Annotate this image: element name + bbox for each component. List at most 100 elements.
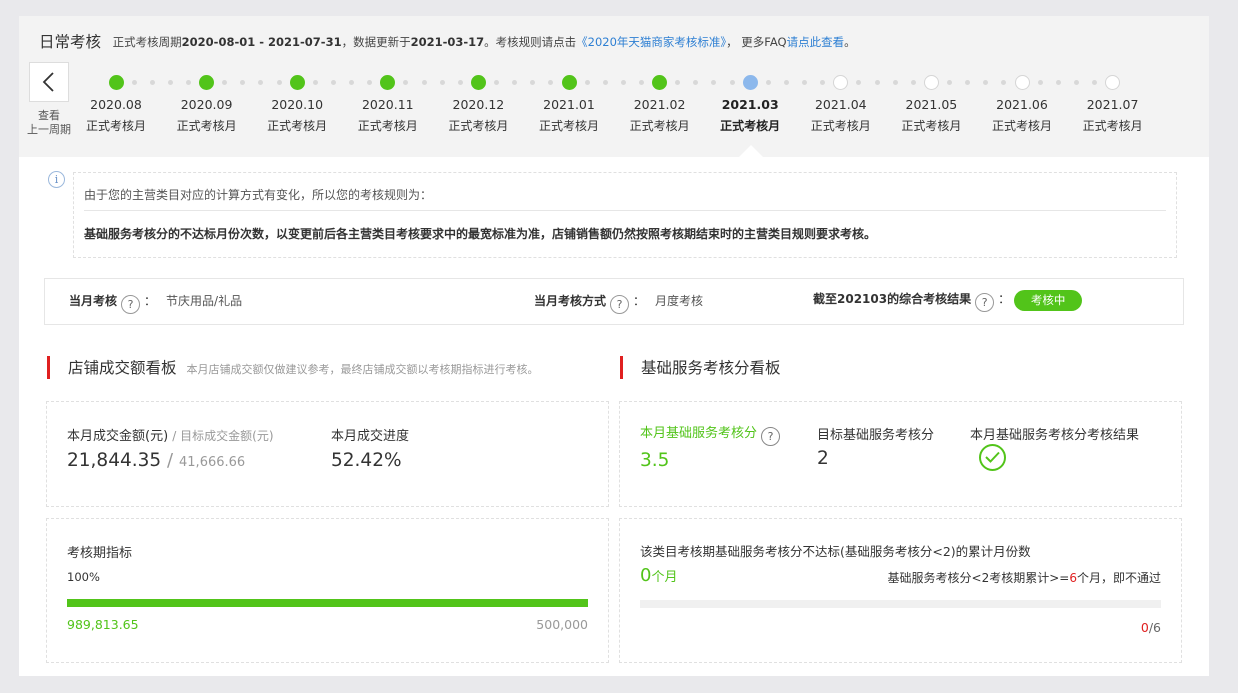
timeline-month-label[interactable]: 2021.06 bbox=[977, 97, 1067, 112]
rule-prefix: 。考核规则请点击 bbox=[484, 35, 577, 49]
prev-label-line2: 上一周期 bbox=[27, 123, 71, 136]
timeline-dot-2021.05 bbox=[923, 75, 939, 90]
current-month-caret bbox=[739, 145, 763, 157]
timeline-connector-dot bbox=[167, 80, 173, 85]
update-date: 2021-03-17 bbox=[410, 35, 485, 49]
timeline-month-label[interactable]: 2021.05 bbox=[886, 97, 976, 112]
timeline-connector-dot bbox=[910, 80, 916, 85]
timeline-connector-dot bbox=[783, 80, 789, 85]
period-progress-bar bbox=[67, 599, 588, 607]
section-marker bbox=[47, 356, 50, 379]
period-prefix: 正式考核周期 bbox=[112, 35, 182, 49]
sales-title: 店铺成交额看板 bbox=[68, 359, 177, 377]
prev-label-line1: 查看 bbox=[38, 109, 60, 122]
timeline-type-label: 正式考核月 bbox=[267, 119, 328, 133]
service-score-label: 本月基础服务考核分? bbox=[640, 422, 784, 446]
timeline-type-label: 正式考核月 bbox=[176, 119, 237, 133]
summary-method: 当月考核方式?： 月度考核 bbox=[534, 292, 703, 314]
rule-link[interactable]: 《2020年天猫商家考核标准》 bbox=[576, 35, 726, 49]
fail-label: 该类目考核期基础服务考核分不达标(基础服务考核分<2)的累计月份数 bbox=[640, 544, 1031, 559]
timeline-type-label: 正式考核月 bbox=[629, 119, 690, 133]
sales-progress-label: 本月成交进度 bbox=[331, 429, 410, 444]
timeline-month-label[interactable]: 2021.02 bbox=[615, 97, 705, 112]
timeline-dot-2021.02[interactable] bbox=[652, 75, 668, 90]
timeline-type-label: 正式考核月 bbox=[810, 119, 871, 133]
sales-amount-label: 本月成交金额(元) / 目标成交金额(元) bbox=[67, 425, 274, 444]
timeline-month-label[interactable]: 2021.07 bbox=[1068, 97, 1158, 112]
fail-rule: 基础服务考核分<2考核期累计>=6个月，即不通过 bbox=[888, 569, 1161, 586]
sales-amount: 21,844.35 / 41,666.66 bbox=[67, 450, 245, 471]
summary-method-label: 当月考核方式 bbox=[534, 294, 607, 308]
timeline-dot-2020.08[interactable] bbox=[108, 75, 124, 90]
timeline-month-label[interactable]: 2021.01 bbox=[524, 97, 614, 112]
timeline-connector-dot bbox=[439, 80, 445, 85]
timeline-dot-2021.01[interactable] bbox=[561, 75, 577, 90]
timeline-connector-dot bbox=[1073, 80, 1079, 85]
notice-divider bbox=[84, 210, 1166, 211]
timeline-connector-dot bbox=[494, 80, 500, 85]
timeline-dot-2020.12[interactable] bbox=[470, 75, 486, 90]
period-percent: 100% bbox=[67, 570, 100, 584]
period-actual: 989,813.65 bbox=[67, 617, 139, 632]
faq-prefix: ， 更多FAQ bbox=[726, 35, 787, 49]
timeline-dot-2021.06 bbox=[1014, 75, 1030, 90]
service-target-label: 目标基础服务考核分 bbox=[817, 428, 935, 443]
question-icon[interactable]: ? bbox=[975, 293, 995, 312]
summary-bar: 当月考核?：节庆用品/礼品 当月考核方式?：月度考核 截至202103的综合考核… bbox=[44, 278, 1184, 325]
timeline-connector-dot bbox=[131, 80, 137, 85]
timeline-dot-2021.03[interactable] bbox=[742, 75, 758, 90]
sales-section-title: 店铺成交额看板 本月店铺成交额仅做建议参考，最终店铺成交额以考核期指标进行考核。 bbox=[47, 356, 539, 379]
timeline-month-label[interactable]: 2020.12 bbox=[433, 97, 523, 112]
chevron-left-icon bbox=[42, 72, 54, 92]
score-label: 本月基础服务考核分 bbox=[640, 426, 758, 441]
fail-count: 0个月 bbox=[640, 565, 677, 586]
update-prefix: ，数据更新于 bbox=[341, 35, 411, 49]
check-circle-icon bbox=[979, 444, 1006, 471]
summary-month-value: 节庆用品/礼品 bbox=[166, 294, 243, 308]
timeline-connector-dot bbox=[584, 80, 590, 85]
rule-suffix: 个月，即不通过 bbox=[1076, 571, 1161, 585]
timeline-connector-dot bbox=[457, 80, 463, 85]
timeline-type-label: 正式考核月 bbox=[1082, 119, 1143, 133]
fail-count-unit: 个月 bbox=[651, 570, 678, 585]
timeline-month-label[interactable]: 2021.04 bbox=[796, 97, 886, 112]
timeline-type-label: 正式考核月 bbox=[538, 119, 599, 133]
rule-notice: 由于您的主营类目对应的计算方式有变化，所以您的考核规则为： 基础服务考核分的不达… bbox=[73, 172, 1177, 258]
timeline-month-label[interactable]: 2020.10 bbox=[252, 97, 342, 112]
colon: ： bbox=[998, 292, 1011, 306]
timeline-connector-dot bbox=[765, 80, 771, 85]
timeline-connector-dot bbox=[1055, 80, 1061, 85]
prev-period-button[interactable] bbox=[29, 62, 69, 102]
timeline-connector-dot bbox=[892, 80, 898, 85]
timeline-dot-2020.09[interactable] bbox=[199, 75, 215, 90]
rule-prefix: 基础服务考核分<2考核期累计>= bbox=[887, 571, 1070, 585]
service-title: 基础服务考核分看板 bbox=[641, 359, 781, 377]
timeline-connector-dot bbox=[312, 80, 318, 85]
timeline-connector-dot bbox=[330, 80, 336, 85]
timeline-connector-dot bbox=[149, 80, 155, 85]
service-fail-card: 该类目考核期基础服务考核分不达标(基础服务考核分<2)的累计月份数 0个月 基础… bbox=[619, 518, 1182, 663]
service-month-card: 本月基础服务考核分? 3.5 目标基础服务考核分 2 本月基础服务考核分考核结果 bbox=[619, 401, 1182, 507]
target-label: / 目标成交金额(元) bbox=[172, 429, 274, 443]
timeline-month-label[interactable]: 2020.08 bbox=[71, 97, 161, 112]
timeline-month-label[interactable]: 2020.11 bbox=[343, 97, 433, 112]
timeline-type-label: 正式考核月 bbox=[720, 119, 781, 133]
question-icon[interactable]: ? bbox=[610, 295, 630, 314]
timeline-type-label: 正式考核月 bbox=[991, 119, 1052, 133]
faq-link[interactable]: 请点此查看 bbox=[787, 35, 845, 49]
question-icon[interactable]: ? bbox=[121, 295, 141, 314]
period-progress-fill bbox=[67, 599, 588, 607]
timeline-dot-2020.10[interactable] bbox=[289, 75, 305, 90]
service-result-label: 本月基础服务考核分考核结果 bbox=[970, 428, 1140, 443]
sales-month-card: 本月成交金额(元) / 目标成交金额(元) 21,844.35 / 41,666… bbox=[46, 401, 609, 507]
timeline-connector-dot bbox=[1091, 80, 1097, 85]
period-range: 2020-08-01 - 2021-07-31 bbox=[181, 35, 342, 49]
prev-period-label[interactable]: 查看 上一周期 bbox=[21, 109, 77, 137]
question-icon[interactable]: ? bbox=[761, 427, 781, 446]
rule-count: 6 bbox=[1069, 571, 1077, 585]
period-label: 考核期指标 bbox=[67, 546, 133, 561]
colon: ： bbox=[144, 294, 157, 308]
timeline-month-label[interactable]: 2020.09 bbox=[162, 97, 252, 112]
amount-label: 本月成交金额(元) bbox=[67, 429, 169, 444]
timeline-month-label[interactable]: 2021.03 bbox=[705, 97, 795, 112]
